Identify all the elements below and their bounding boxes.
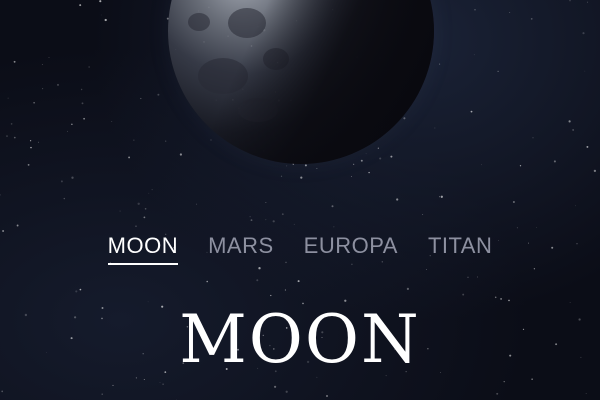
- destination-tabs: MOON MARS EUROPA TITAN: [0, 233, 600, 265]
- tab-europa[interactable]: EUROPA: [304, 233, 398, 265]
- tab-titan[interactable]: TITAN: [428, 233, 492, 265]
- tab-mars[interactable]: MARS: [208, 233, 274, 265]
- destination-page: MOON MARS EUROPA TITAN MOON: [0, 0, 600, 400]
- moon-image: [168, 0, 434, 164]
- tab-moon[interactable]: MOON: [107, 233, 179, 265]
- destination-title: MOON: [179, 301, 421, 378]
